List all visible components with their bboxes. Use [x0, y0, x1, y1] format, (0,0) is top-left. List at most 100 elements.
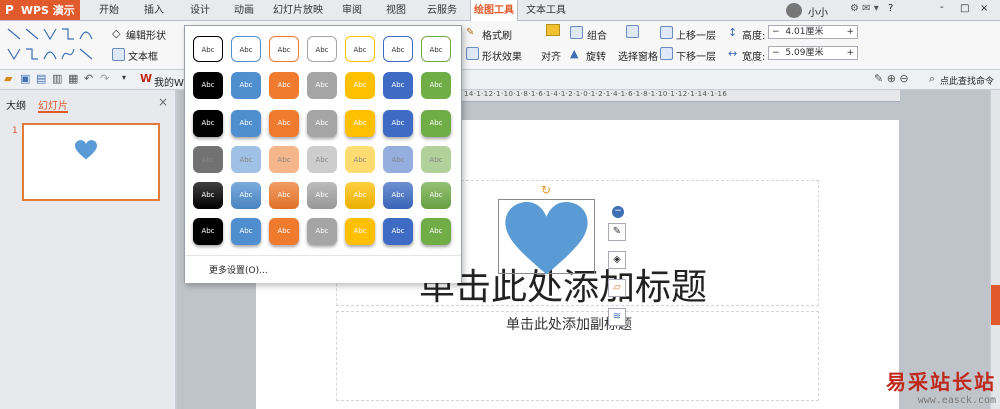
rotate-button[interactable]: 旋转	[586, 48, 606, 63]
style-swatch-r4-c2[interactable]: Abc	[231, 146, 261, 173]
style-swatch-r4-c1[interactable]: Abc	[193, 146, 223, 173]
scrollbar-thumb[interactable]	[991, 285, 1000, 325]
style-swatch-r6-c7[interactable]: Abc	[421, 218, 451, 245]
style-swatch-r4-c4[interactable]: Abc	[307, 146, 337, 173]
app-menu-button[interactable]: P WPS 演示 ▾	[0, 0, 80, 36]
tab-text-tools[interactable]: 文本工具	[522, 0, 570, 21]
print-icon[interactable]: ▥	[52, 72, 62, 85]
height-value[interactable]: 4.01厘米	[785, 27, 823, 37]
avatar[interactable]	[786, 3, 802, 18]
tab-outline[interactable]: 大纲	[6, 97, 26, 112]
heart-shape[interactable]	[500, 202, 593, 276]
minimize-button[interactable]: -	[940, 2, 944, 13]
style-swatch-r6-c3[interactable]: Abc	[269, 218, 299, 245]
edit-shape-float-icon[interactable]: ✎	[608, 223, 626, 241]
customize-arrow-icon[interactable]: ▾	[122, 73, 126, 82]
style-swatch-r4-c7[interactable]: Abc	[421, 146, 451, 173]
style-swatch-r1-c4[interactable]: Abc	[307, 36, 337, 62]
style-swatch-r1-c7[interactable]: Abc	[421, 36, 451, 62]
style-swatch-r3-c5[interactable]: Abc	[345, 110, 375, 137]
align-button[interactable]: 对齐	[541, 48, 561, 63]
style-swatch-r5-c1[interactable]: Abc	[193, 182, 223, 209]
toolbar-option-icon[interactable]: ✎ ⊕ ⊖	[874, 72, 909, 85]
height-decrement-button[interactable]: −	[769, 27, 783, 37]
rotate-handle-icon[interactable]: ↻	[541, 183, 551, 197]
edit-shape-button[interactable]: 编辑形状	[126, 27, 166, 42]
line-shapes-gallery[interactable]	[4, 25, 98, 65]
selection-pane-button[interactable]: 选择窗格	[618, 48, 658, 63]
style-swatch-r3-c4[interactable]: Abc	[307, 110, 337, 137]
style-swatch-r2-c1[interactable]: Abc	[193, 72, 223, 99]
style-swatch-r4-c3[interactable]: Abc	[269, 146, 299, 173]
group-button[interactable]: 组合	[587, 27, 607, 42]
style-swatch-r6-c4[interactable]: Abc	[307, 218, 337, 245]
format-brush-button[interactable]: 格式刷	[482, 27, 512, 42]
fill-float-icon[interactable]: ◈	[608, 251, 626, 269]
style-swatch-r2-c4[interactable]: Abc	[307, 72, 337, 99]
style-swatch-r1-c2[interactable]: Abc	[231, 36, 261, 62]
width-increment-button[interactable]: +	[846, 47, 854, 59]
save-icon[interactable]: ▣	[20, 72, 30, 85]
tab-animation[interactable]: 动画	[228, 0, 260, 21]
tab-view[interactable]: 视图	[380, 0, 412, 21]
collapse-icon[interactable]: −	[612, 206, 624, 218]
style-swatch-r6-c5[interactable]: Abc	[345, 218, 375, 245]
style-swatch-r4-c5[interactable]: Abc	[345, 146, 375, 173]
preview-icon[interactable]: ▦	[68, 72, 78, 85]
tab-slideshow[interactable]: 幻灯片放映	[270, 0, 326, 21]
send-backward-button[interactable]: 下移一层	[676, 48, 716, 63]
style-swatch-r2-c3[interactable]: Abc	[269, 72, 299, 99]
style-swatch-r6-c2[interactable]: Abc	[231, 218, 261, 245]
tab-cloud[interactable]: 云服务	[422, 0, 462, 21]
style-swatch-r3-c1[interactable]: Abc	[193, 110, 223, 137]
width-decrement-button[interactable]: −	[769, 48, 783, 58]
tab-drawing-tools[interactable]: 绘图工具	[470, 0, 518, 21]
undo-icon[interactable]: ↶	[84, 72, 93, 85]
height-field[interactable]: − 4.01厘米 +	[768, 25, 858, 39]
open-icon[interactable]: ▰	[4, 72, 12, 85]
maximize-button[interactable]: □	[960, 3, 969, 14]
style-swatch-r2-c2[interactable]: Abc	[231, 72, 261, 99]
bring-forward-button[interactable]: 上移一层	[676, 27, 716, 42]
help-button[interactable]: ?	[888, 3, 893, 14]
style-swatch-r4-c6[interactable]: Abc	[383, 146, 413, 173]
style-swatch-r5-c6[interactable]: Abc	[383, 182, 413, 209]
tab-review[interactable]: 审阅	[336, 0, 368, 21]
subtitle-placeholder[interactable]: 单击此处添加副标题	[336, 311, 819, 401]
vertical-scrollbar[interactable]	[990, 90, 1000, 409]
shape-effect-button[interactable]: 形状效果	[482, 48, 522, 63]
style-swatch-r1-c1[interactable]: Abc	[193, 36, 223, 62]
style-swatch-r1-c3[interactable]: Abc	[269, 36, 299, 62]
height-increment-button[interactable]: +	[846, 26, 854, 38]
width-field[interactable]: − 5.09厘米 +	[768, 46, 858, 60]
style-swatch-r2-c7[interactable]: Abc	[421, 72, 451, 99]
tab-design[interactable]: 设计	[184, 0, 216, 21]
style-swatch-r5-c2[interactable]: Abc	[231, 182, 261, 209]
export-icon[interactable]: ▤	[36, 72, 46, 85]
style-swatch-r6-c6[interactable]: Abc	[383, 218, 413, 245]
style-swatch-r5-c3[interactable]: Abc	[269, 182, 299, 209]
style-swatch-r3-c2[interactable]: Abc	[231, 110, 261, 137]
style-swatch-r3-c7[interactable]: Abc	[421, 110, 451, 137]
style-swatch-r2-c5[interactable]: Abc	[345, 72, 375, 99]
layer-float-icon[interactable]: ≋	[608, 308, 626, 326]
redo-icon[interactable]: ↷	[100, 72, 109, 85]
tab-slides[interactable]: 幻灯片	[38, 97, 68, 112]
style-swatch-r1-c5[interactable]: Abc	[345, 36, 375, 62]
style-swatch-r1-c6[interactable]: Abc	[383, 36, 413, 62]
style-swatch-r3-c3[interactable]: Abc	[269, 110, 299, 137]
style-swatch-r3-c6[interactable]: Abc	[383, 110, 413, 137]
horizontal-ruler[interactable]: 14·1·12·1·10·1·8·1·6·1·4·1·2·1·0·1·2·1·4…	[460, 90, 900, 102]
style-swatch-r2-c6[interactable]: Abc	[383, 72, 413, 99]
close-button[interactable]: ×	[980, 3, 988, 14]
tab-home[interactable]: 开始	[92, 0, 126, 21]
style-swatch-r5-c7[interactable]: Abc	[421, 182, 451, 209]
slide-thumbnail-1[interactable]	[22, 123, 160, 201]
width-value[interactable]: 5.09厘米	[785, 48, 823, 58]
style-swatch-r6-c1[interactable]: Abc	[193, 218, 223, 245]
text-box-button[interactable]: 文本框	[128, 48, 158, 63]
style-swatch-r5-c4[interactable]: Abc	[307, 182, 337, 209]
style-swatch-r5-c5[interactable]: Abc	[345, 182, 375, 209]
close-icon[interactable]: ×	[158, 95, 168, 109]
find-command-field[interactable]: 点此查找命令	[940, 74, 994, 87]
